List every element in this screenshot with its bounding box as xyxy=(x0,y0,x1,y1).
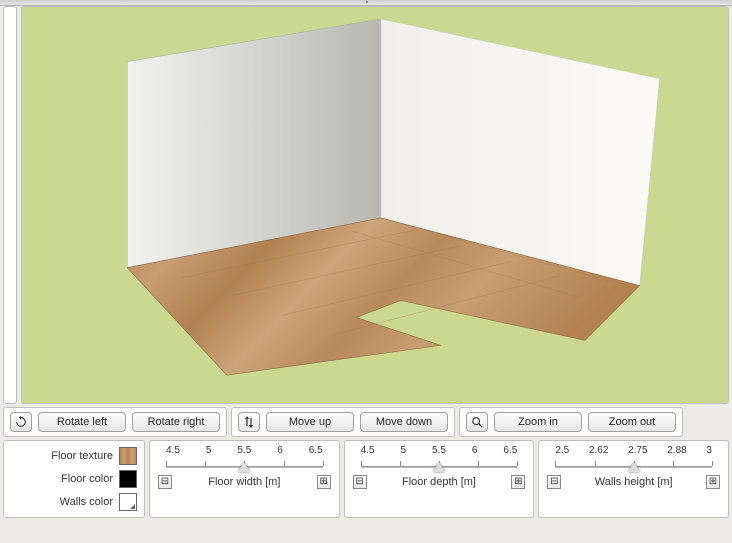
move-icon-button[interactable] xyxy=(238,412,260,432)
rotate-group: Rotate left Rotate right xyxy=(3,407,227,437)
walls-height-caption: Walls height [m] xyxy=(595,476,673,488)
floor-depth-ticks: 4.5 5 5.5 6 6.5 xyxy=(353,445,526,456)
walls-height-ticks: 2.5 2.62 2.75 2.88 3 xyxy=(547,445,720,456)
walls-height-panel: 2.5 2.62 2.75 2.88 3 ⊟ Walls height [m] … xyxy=(538,440,729,518)
room-render xyxy=(22,7,728,403)
floor-width-thumb[interactable] xyxy=(238,462,250,472)
walls-height-decrement[interactable]: ⊟ xyxy=(547,475,561,489)
floor-depth-caption: Floor depth [m] xyxy=(402,476,476,488)
floor-depth-panel: 4.5 5 5.5 6 6.5 ⊟ Floor depth [m] ⊞ xyxy=(344,440,535,518)
floor-width-decrement[interactable]: ⊟ xyxy=(158,475,172,489)
magnifier-icon xyxy=(471,415,483,429)
move-down-button[interactable]: Move down xyxy=(360,412,448,432)
floor-color-label: Floor color xyxy=(61,473,113,485)
rotate-icon-button[interactable] xyxy=(10,412,32,432)
floor-depth-slider[interactable] xyxy=(361,458,518,474)
zoom-group: Zoom in Zoom out xyxy=(459,407,683,437)
floor-width-increment[interactable]: ⊞ xyxy=(317,475,331,489)
zoom-icon-button[interactable] xyxy=(466,412,488,432)
floor-depth-increment[interactable]: ⊞ xyxy=(511,475,525,489)
floor-texture-swatch[interactable] xyxy=(119,447,137,465)
rotate-left-button[interactable]: Rotate left xyxy=(38,412,126,432)
move-group: Move up Move down xyxy=(231,407,455,437)
floor-texture-label: Floor texture xyxy=(51,450,113,462)
floor-width-panel: 4.5 5 5.5 6 6.5 ⊟ Floor width [m] ⊞ xyxy=(149,440,340,518)
zoom-out-button[interactable]: Zoom out xyxy=(588,412,676,432)
floor-depth-decrement[interactable]: ⊟ xyxy=(353,475,367,489)
floor-width-caption: Floor width [m] xyxy=(208,476,280,488)
rotate-icon xyxy=(15,415,27,429)
floor-width-ticks: 4.5 5 5.5 6 6.5 xyxy=(158,445,331,456)
floor-width-slider[interactable] xyxy=(166,458,323,474)
walls-height-slider[interactable] xyxy=(555,458,712,474)
floor-color-swatch[interactable] xyxy=(119,470,137,488)
walls-height-increment[interactable]: ⊞ xyxy=(706,475,720,489)
walls-color-label: Walls color xyxy=(60,496,113,508)
move-up-button[interactable]: Move up xyxy=(266,412,354,432)
zoom-in-button[interactable]: Zoom in xyxy=(494,412,582,432)
walls-height-thumb[interactable] xyxy=(628,462,640,472)
swatch-panel: Floor texture Floor color Walls color xyxy=(3,440,145,518)
walls-color-swatch[interactable] xyxy=(119,493,137,511)
room-3d-viewport[interactable] xyxy=(21,6,729,404)
move-vertical-icon xyxy=(243,415,255,429)
rotate-right-button[interactable]: Rotate right xyxy=(132,412,220,432)
floor-depth-thumb[interactable] xyxy=(433,462,445,472)
left-strip-panel xyxy=(3,6,17,404)
